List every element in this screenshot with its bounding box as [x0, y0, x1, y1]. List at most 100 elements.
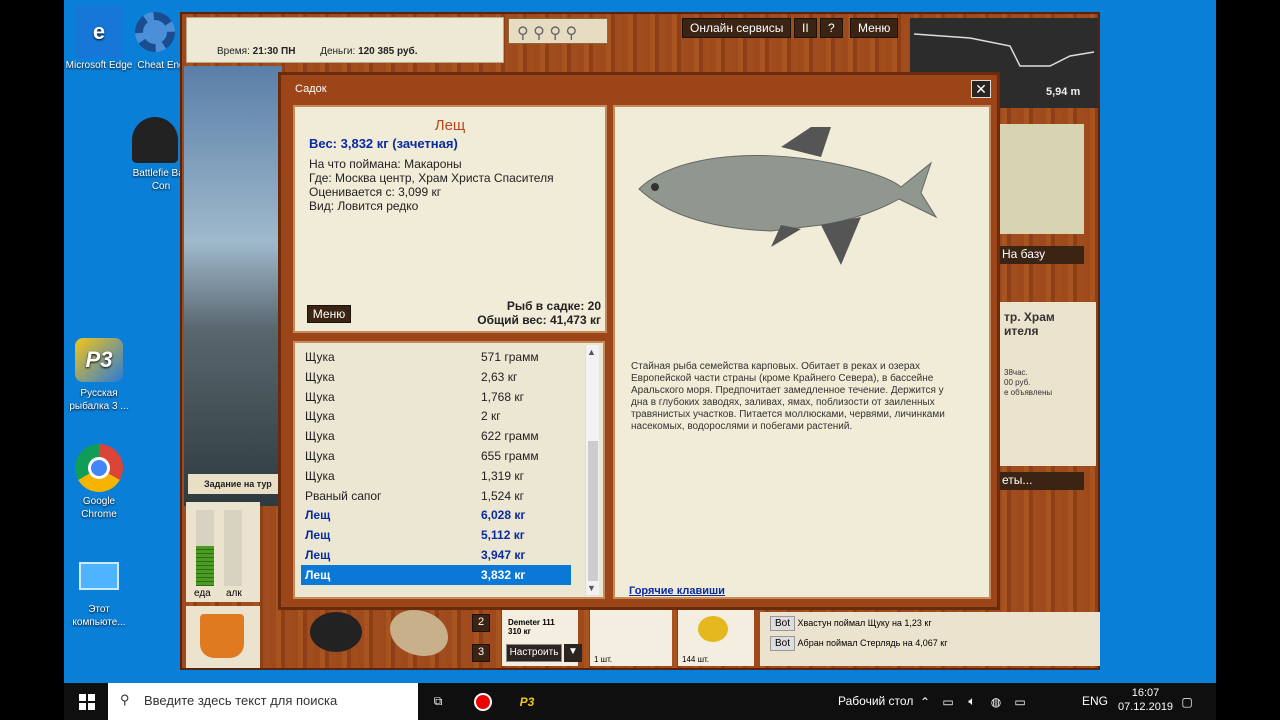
- search-icon: ⚲: [120, 692, 130, 707]
- setup-button[interactable]: Настроить: [506, 644, 562, 662]
- fish-item-weight: 1,319 кг: [481, 468, 524, 483]
- fish-description: Стайная рыба семейства карповых. Обитает…: [631, 361, 945, 432]
- chrome-icon: [75, 444, 123, 492]
- fishing-scene[interactable]: [184, 66, 282, 506]
- help-button[interactable]: ?: [820, 18, 843, 38]
- edge-icon: e: [75, 6, 123, 58]
- fish-slot-icon: ⚲ ⚲ ⚲ ⚲: [517, 25, 578, 42]
- fish-list-item[interactable]: Лещ 3,832 кг: [301, 564, 571, 585]
- chat-text: Абран поймал Стерлядь на 4,067 кг: [797, 638, 948, 648]
- bot-tag: Bot: [770, 616, 796, 631]
- fish-item-name: Щука: [305, 449, 335, 463]
- desktop-icon-cheat-engine[interactable]: Cheat Eng: [126, 8, 184, 72]
- taskbar-search[interactable]: ⚲ Введите здесь текст для поиска: [108, 683, 418, 720]
- reel-size: 310 кг: [508, 627, 531, 636]
- fish-item-name: Щука: [305, 350, 335, 364]
- minimap[interactable]: [998, 124, 1084, 234]
- fish-slots: ⚲ ⚲ ⚲ ⚲: [508, 18, 608, 44]
- fish-item-weight: 5,112 кг: [481, 528, 525, 543]
- hotkeys-link[interactable]: Горячие клавиши: [629, 585, 725, 597]
- scrollbar[interactable]: ▲ ▼: [585, 345, 599, 595]
- desktop: e Microsoft Edge Cheat Eng Battlefie Bad…: [64, 0, 1216, 720]
- online-services-button[interactable]: Онлайн сервисы: [682, 18, 792, 38]
- language-indicator[interactable]: ENG: [1082, 694, 1108, 708]
- menu-button[interactable]: Меню: [307, 305, 351, 323]
- network-icon[interactable]: ◍: [986, 683, 1006, 720]
- fish-weight: Вес: 3,832 кг (зачетная): [309, 136, 458, 151]
- bait-slot[interactable]: 144 шт.: [678, 608, 754, 666]
- desktop-icon-this-pc[interactable]: Этот компьюте...: [64, 552, 134, 629]
- fish-list-item[interactable]: Щука 2,63 кг: [301, 367, 571, 387]
- pot-icon[interactable]: [310, 612, 362, 652]
- desktop-icon-russian-fishing[interactable]: P3 Русская рыбалка 3 ...: [64, 336, 134, 413]
- fish-item-weight: 3,947 кг: [481, 548, 526, 562]
- close-icon[interactable]: ✕: [971, 80, 991, 98]
- taskbar: ⚲ Введите здесь текст для поиска ⧉ P3 Ра…: [64, 683, 1216, 720]
- stat-announced: е объявлены: [1004, 388, 1053, 397]
- volume-icon[interactable]: 🔈︎: [962, 683, 982, 720]
- scroll-down-icon[interactable]: ▼: [587, 583, 596, 593]
- fish-list-item[interactable]: Лещ 3,947 кг: [301, 545, 571, 565]
- fish-item-name: Лещ: [305, 508, 331, 523]
- slot-2-button[interactable]: 2: [472, 614, 491, 632]
- location-panel: тр. Храм ителя 38час. 00 руб. е объявлен…: [998, 302, 1096, 466]
- setup-dropdown-icon[interactable]: ▼: [564, 644, 582, 662]
- nets-button[interactable]: еты...: [998, 472, 1084, 490]
- desktop-icon-battlefield[interactable]: Battlefie Bad Con: [126, 116, 184, 193]
- task-view-icon[interactable]: ⧉: [426, 683, 450, 720]
- chat-text: Хвастун поймал Щуку на 1,23 кг: [797, 618, 932, 628]
- time-label: Время:: [217, 46, 250, 57]
- fish-list-item[interactable]: Щука 1,768 кг: [301, 387, 571, 407]
- chat-line: Bot Хвастун поймал Щуку на 1,23 кг: [770, 616, 932, 631]
- keyboard-icon[interactable]: ▭: [1010, 683, 1030, 720]
- desktop-label[interactable]: Рабочий стол: [838, 694, 913, 708]
- to-base-button[interactable]: На базу: [998, 246, 1084, 264]
- menu-button[interactable]: Меню: [850, 18, 899, 38]
- fish-item-name: Щука: [305, 468, 335, 483]
- record-icon[interactable]: [470, 683, 496, 720]
- alcohol-gauge: [224, 510, 242, 586]
- bait-bag-icon[interactable]: [390, 610, 448, 656]
- bait-count: 144 шт.: [682, 655, 709, 664]
- windows-start-icon[interactable]: [74, 683, 100, 720]
- battery-icon[interactable]: ▭: [938, 683, 958, 720]
- fish-list[interactable]: Щука 571 грамм Щука 2,63 кг Щука 1,768 кг Щука…: [293, 341, 605, 599]
- bucket-icon: [200, 614, 244, 658]
- fish-list-item[interactable]: Щука 1,319 кг: [301, 466, 571, 486]
- fish-item-name: Лещ: [305, 528, 331, 543]
- pause-button[interactable]: II: [794, 18, 817, 38]
- fish-list-item[interactable]: Щука 655 грамм: [301, 446, 571, 466]
- slot-3-button[interactable]: 3: [472, 644, 491, 662]
- clock[interactable]: 16:07 07.12.2019: [1118, 686, 1173, 714]
- fish-list-item[interactable]: Щука 2 кг: [301, 406, 571, 426]
- fish-picture-panel: Стайная рыба семейства карповых. Обитает…: [613, 105, 991, 599]
- fish-list-item[interactable]: Лещ 6,028 кг: [301, 505, 571, 525]
- location-name: тр. Храм ителя: [1004, 310, 1055, 338]
- fish-list-item[interactable]: Щука 622 грамм: [301, 426, 571, 446]
- hook-count: 1 шт.: [594, 655, 613, 664]
- scroll-thumb[interactable]: [588, 441, 598, 581]
- hook-slot[interactable]: 1 шт.: [590, 608, 672, 666]
- fish-list-item[interactable]: Лещ 5,112 кг: [301, 525, 571, 545]
- desktop-icon-label: Microsoft Edge: [65, 60, 133, 71]
- clock-time: 16:07: [1131, 687, 1160, 699]
- rr3-taskbar-icon[interactable]: P3: [510, 683, 544, 720]
- desktop-icon-label: Этот компьюте...: [72, 604, 126, 628]
- desktop-icon-chrome[interactable]: Google Chrome: [64, 444, 134, 521]
- fish-list-item[interactable]: Рваный сапог 1,524 кг: [301, 486, 571, 506]
- task-label[interactable]: Задание на тур: [188, 474, 280, 494]
- fish-item-name: Щука: [305, 369, 335, 384]
- fish-list-item[interactable]: Щука 571 грамм: [301, 347, 571, 367]
- fish-price: Оценивается с: 3,099 кг: [309, 185, 442, 199]
- fish-item-weight: 1,768 кг: [481, 389, 524, 404]
- scroll-up-icon[interactable]: ▲: [587, 347, 596, 357]
- fish-location: Где: Москва центр, Храм Христа Спасителя: [309, 171, 554, 185]
- soldier-icon: [131, 116, 179, 164]
- desktop-icon-label: Battlefie Bad Con: [132, 168, 184, 192]
- chevron-up-icon[interactable]: ⌃: [916, 683, 934, 720]
- clock-date: 07.12.2019: [1118, 701, 1174, 713]
- desktop-icon-edge[interactable]: e Microsoft Edge: [64, 6, 134, 72]
- notifications-icon[interactable]: ▢: [1176, 683, 1198, 720]
- bucket-slot[interactable]: [186, 606, 260, 668]
- fish-kind: Вид: Ловится редко: [309, 199, 419, 213]
